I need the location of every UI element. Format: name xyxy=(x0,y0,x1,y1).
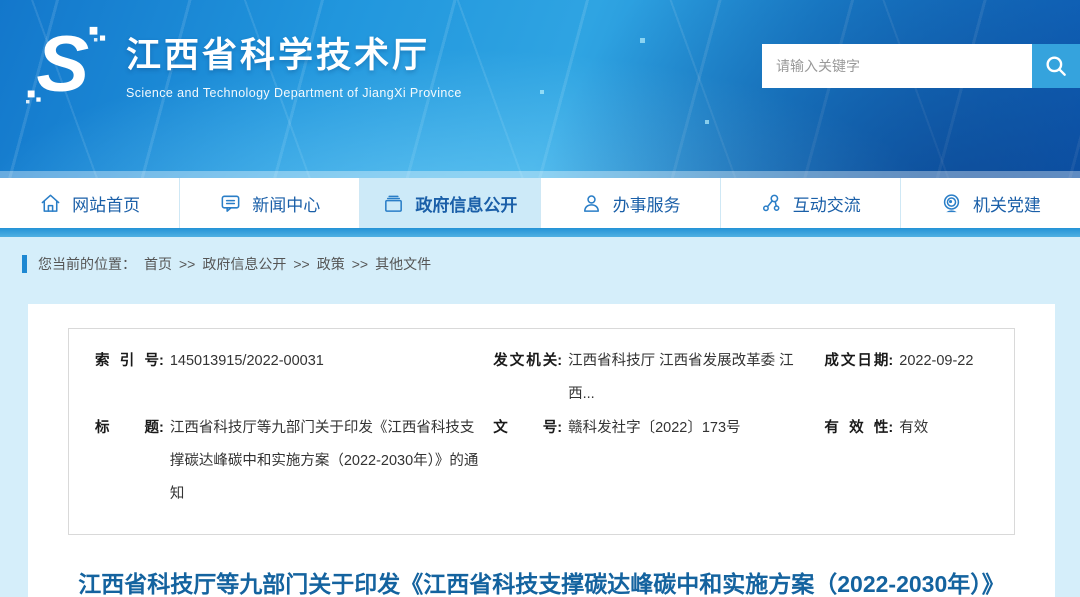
interact-share-icon xyxy=(760,192,783,215)
nav-item-home[interactable]: 网站首页 xyxy=(0,178,180,228)
nav-item-label: 办事服务 xyxy=(613,191,681,216)
site-logo-brand[interactable]: S 江西省科学技术厅 Science and Technology Depart… xyxy=(26,20,462,106)
svg-text:S: S xyxy=(36,20,89,106)
site-subtitle: Science and Technology Department of Jia… xyxy=(126,86,462,100)
search-box xyxy=(762,44,1080,88)
info-document-number: 文号 : 赣科发社字〔2022〕173号 xyxy=(493,412,824,512)
search-icon xyxy=(1043,53,1069,79)
decor-dot xyxy=(640,38,645,43)
info-index-number: 索引号 : 145013915/2022-00031 xyxy=(95,345,493,412)
nav-item-label: 政府信息公开 xyxy=(415,191,517,216)
content-card: 索引号 : 145013915/2022-00031 发文机关 : 江西省科技厅… xyxy=(28,304,1055,597)
nav-bottom-strip xyxy=(0,228,1080,237)
breadcrumb-link-other-docs[interactable]: 其他文件 xyxy=(375,254,431,274)
nav-item-party-building[interactable]: 机关党建 xyxy=(901,178,1080,228)
article-title: 江西省科技厅等九部门关于印发《江西省科技支撑碳达峰碳中和实施方案（2022-20… xyxy=(49,565,1034,597)
info-disclosure-icon xyxy=(382,192,405,215)
breadcrumb-prefix: 您当前的位置： xyxy=(38,254,136,274)
info-issuing-agency: 发文机关 : 江西省科技厅 江西省发展改革委 江西... xyxy=(493,345,824,412)
breadcrumb-separator: >> xyxy=(179,256,195,272)
decor-dot xyxy=(540,90,544,94)
nav-item-label: 新闻中心 xyxy=(252,191,320,216)
site-header: S 江西省科学技术厅 Science and Technology Depart… xyxy=(0,0,1080,178)
service-person-icon xyxy=(580,192,603,215)
nav-item-label: 网站首页 xyxy=(72,191,140,216)
nav-item-news[interactable]: 新闻中心 xyxy=(180,178,360,228)
brand-text: 江西省科学技术厅 Science and Technology Departme… xyxy=(126,27,462,100)
info-label: 发文机关 xyxy=(493,345,557,412)
info-validity: 有效性 : 有效 xyxy=(824,412,990,512)
breadcrumb-marker xyxy=(22,255,27,273)
nav-item-services[interactable]: 办事服务 xyxy=(541,178,721,228)
info-label: 成文日期 xyxy=(824,345,888,412)
home-icon xyxy=(39,192,62,215)
info-row-1: 索引号 : 145013915/2022-00031 发文机关 : 江西省科技厅… xyxy=(95,345,990,412)
breadcrumb-separator: >> xyxy=(352,256,368,272)
info-label: 有效性 xyxy=(824,412,888,512)
page: S 江西省科学技术厅 Science and Technology Depart… xyxy=(0,0,1080,597)
nav-item-interaction[interactable]: 互动交流 xyxy=(721,178,901,228)
breadcrumb-separator: >> xyxy=(293,256,309,272)
search-input[interactable] xyxy=(762,44,1032,88)
news-icon xyxy=(219,192,242,215)
decor-dot xyxy=(705,120,709,124)
info-label: 标题 xyxy=(95,412,159,512)
info-label: 文号 xyxy=(493,412,557,512)
document-info-box: 索引号 : 145013915/2022-00031 发文机关 : 江西省科技厅… xyxy=(68,328,1015,535)
info-issue-date: 成文日期 : 2022-09-22 xyxy=(824,345,990,412)
nav-item-label: 机关党建 xyxy=(973,191,1041,216)
nav-item-gov-info-disclosure[interactable]: 政府信息公开 xyxy=(360,178,540,228)
main-navigation: 网站首页 新闻中心 政府信息公开 办事服务 互动交流 xyxy=(0,178,1080,228)
breadcrumb-link-gov-info[interactable]: 政府信息公开 xyxy=(202,254,286,274)
header-bottom-light-band xyxy=(0,171,1080,178)
breadcrumb-link-home[interactable]: 首页 xyxy=(144,254,172,274)
breadcrumb-link-policy[interactable]: 政策 xyxy=(317,254,345,274)
info-document-title: 标题 : 江西省科技厅等九部门关于印发《江西省科技支撑碳达峰碳中和实施方案（20… xyxy=(95,412,493,512)
breadcrumb: 您当前的位置： 首页 >> 政府信息公开 >> 政策 >> 其他文件 xyxy=(22,254,1080,274)
nav-item-label: 互动交流 xyxy=(793,191,861,216)
jiangxi-st-dept-logo-icon: S xyxy=(26,20,112,106)
party-emblem-icon xyxy=(940,192,963,215)
site-title: 江西省科学技术厅 xyxy=(126,27,462,78)
search-button[interactable] xyxy=(1032,44,1080,88)
info-row-2: 标题 : 江西省科技厅等九部门关于印发《江西省科技支撑碳达峰碳中和实施方案（20… xyxy=(95,412,990,512)
info-label: 索引号 xyxy=(95,345,159,412)
